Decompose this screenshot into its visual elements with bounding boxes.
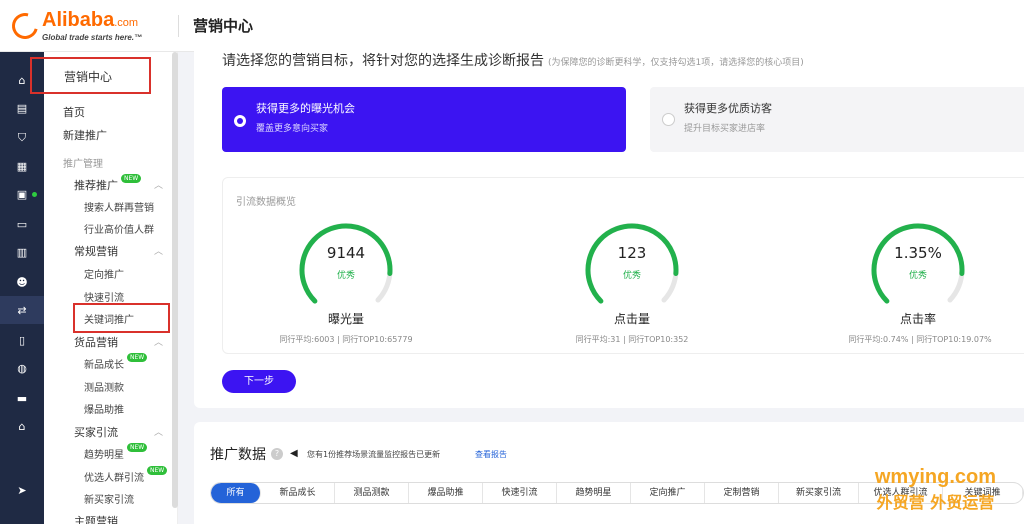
metric-tag: 优秀 <box>336 271 355 281</box>
sidebar-item-search-retarget[interactable]: 搜索人群再营销 <box>84 199 154 214</box>
header-divider <box>178 14 179 37</box>
alibaba-logo[interactable]: Alibaba.com Global trade starts here.™ <box>7 7 172 44</box>
metric-name: 曝光量 <box>327 312 364 326</box>
overview-title: 引流数据概览 <box>236 197 296 208</box>
tab-trend[interactable]: 趋势明星 <box>557 483 631 503</box>
calendar-icon[interactable]: ▣ <box>14 186 30 202</box>
tab-boost[interactable]: 爆品助推 <box>409 483 483 503</box>
metric-benchmark: 同行平均:6003 | 同行TOP10:65779 <box>279 335 413 344</box>
goal-title: 请选择您的营销目标，将针对您的选择生成诊断报告 (为保障您的诊断更科学，仅支持勾选… <box>222 53 804 69</box>
metric-value: 9144 <box>326 244 366 262</box>
chevron-up-icon[interactable]: ︿ <box>154 335 163 348</box>
tab-fast-traffic[interactable]: 快速引流 <box>483 483 557 503</box>
gauge-fill <box>585 223 679 304</box>
metric-value: 1.35% <box>894 244 942 262</box>
chevron-up-icon[interactable]: ︿ <box>154 425 163 438</box>
metric-benchmark: 同行平均:0.74% | 同行TOP10:19.07% <box>848 335 992 344</box>
chart-icon[interactable]: ▥ <box>14 244 30 260</box>
message-icon[interactable]: ▭ <box>14 216 30 232</box>
logo-tagline: Global trade starts here.™ <box>42 32 143 42</box>
option-desc: 提升目标买家进店率 <box>684 124 766 134</box>
view-report-link[interactable]: 查看报告 <box>475 449 507 460</box>
new-badge: NEW <box>121 174 142 183</box>
sidebar-section-product[interactable]: 货品营销 <box>74 334 118 350</box>
goal-option-visitors[interactable]: 获得更多优质访客 提升目标买家进店率 <box>650 87 1024 152</box>
next-step-button[interactable]: 下一步 <box>222 370 296 393</box>
sidebar-section-theme[interactable]: 主题营销 <box>74 513 118 524</box>
tab-new-buyer[interactable]: 新买家引流 <box>779 483 859 503</box>
report-notice: 您有1份推荐场景流量监控报告已更新 <box>307 450 441 459</box>
tab-targeted[interactable]: 定向推广 <box>631 483 705 503</box>
send-icon[interactable]: ➤ <box>14 482 30 498</box>
sidebar-item-high-value[interactable]: 行业高价值人群 <box>84 221 154 236</box>
highlight-box-heading <box>30 57 151 94</box>
sidebar-item-targeted[interactable]: 定向推广 <box>84 266 124 281</box>
page-title: 营销中心 <box>193 17 254 35</box>
bank-icon[interactable]: ⌂ <box>14 418 30 434</box>
radio-selected-icon[interactable] <box>234 115 246 127</box>
tab-new-growth[interactable]: 新品成长 <box>261 483 335 503</box>
sidebar-item-preferred[interactable]: 优选人群引流NEW <box>84 466 168 484</box>
tab-test[interactable]: 测品测款 <box>335 483 409 503</box>
users-icon[interactable]: ☻ <box>14 274 30 290</box>
new-badge: NEW <box>147 466 168 475</box>
chevron-up-icon[interactable]: ︿ <box>154 244 163 257</box>
home-icon[interactable]: ⌂ <box>14 72 30 88</box>
info-icon[interactable]: ? <box>271 448 283 460</box>
icon-rail: ⌂ ▤ ⛉ ▦ ▣ ▭ ▥ ☻ ⇄ ▯ ◍ ▬ ⌂ ➤ <box>0 52 44 524</box>
option-desc: 覆盖更多意向买家 <box>256 124 329 134</box>
radio-icon[interactable] <box>662 113 675 126</box>
new-badge: NEW <box>127 353 148 362</box>
metric-tag: 优秀 <box>622 271 641 281</box>
highlight-box-keyword <box>73 303 170 333</box>
promo-data-title: 推广数据 <box>210 447 266 463</box>
watermark-line1: wmying.com <box>874 466 996 488</box>
logo-name: Alibaba.com <box>42 8 139 31</box>
apps-icon[interactable]: ▦ <box>14 158 30 174</box>
tab-all[interactable]: 所有 <box>211 483 261 503</box>
metric-name: 点击率 <box>899 312 936 326</box>
sidebar-item-boost[interactable]: 爆品助推 <box>84 401 124 416</box>
shield-icon[interactable]: ⛉ <box>14 130 30 146</box>
chevron-up-icon[interactable]: ︿ <box>154 178 163 191</box>
metric-benchmark: 同行平均:31 | 同行TOP10:352 <box>575 335 689 344</box>
store-icon[interactable]: ▤ <box>14 100 30 116</box>
gauge-fill <box>871 223 965 304</box>
metric-tag: 优秀 <box>908 271 927 281</box>
metric-name: 点击量 <box>613 312 650 326</box>
option-label: 获得更多优质访客 <box>684 102 772 115</box>
speaker-icon: ◀ <box>290 448 298 459</box>
sidebar-section-buyer[interactable]: 买家引流 <box>74 424 118 440</box>
sidebar-section-regular[interactable]: 常规营销 <box>74 243 118 259</box>
bag-icon[interactable]: ▬ <box>14 390 30 406</box>
tab-custom[interactable]: 定制营销 <box>705 483 779 503</box>
sidebar-scrollbar[interactable] <box>172 52 178 508</box>
goal-hint: (为保障您的诊断更科学，仅支持勾选1项，请选择您的核心项目) <box>548 58 804 68</box>
marketing-icon[interactable]: ⇄ <box>0 296 44 324</box>
sidebar-item-new-growth[interactable]: 新品成长NEW <box>84 353 148 371</box>
watermark-line2: 外贸营 外贸运营 <box>876 493 995 512</box>
watermark: wmying.com 外贸营 外贸运营 <box>875 466 996 513</box>
goal-option-exposure[interactable]: 获得更多的曝光机会 覆盖更多意向买家 <box>222 87 626 152</box>
sidebar-item-trend[interactable]: 趋势明星NEW <box>84 443 148 461</box>
sidebar-item-new-buyer[interactable]: 新买家引流 <box>84 491 134 506</box>
document-icon[interactable]: ▯ <box>14 332 30 348</box>
globe-icon[interactable]: ◍ <box>14 360 30 376</box>
sidebar-item-fast-traffic[interactable]: 快速引流 <box>84 289 124 304</box>
sidebar-group-label: 推广管理 <box>63 159 103 170</box>
sidebar-item-test[interactable]: 测品测款 <box>84 379 124 394</box>
option-label: 获得更多的曝光机会 <box>256 102 355 115</box>
sidebar-section-recommend[interactable]: 推荐推广NEW <box>74 174 142 193</box>
metric-value: 123 <box>617 244 647 262</box>
alibaba-logo-icon <box>7 7 43 44</box>
sidebar-item-home[interactable]: 首页 <box>63 104 85 120</box>
gauge-fill <box>299 223 393 304</box>
new-badge: NEW <box>127 443 148 452</box>
sidebar-item-new-promotion[interactable]: 新建推广 <box>63 127 107 143</box>
status-dot <box>32 192 37 197</box>
